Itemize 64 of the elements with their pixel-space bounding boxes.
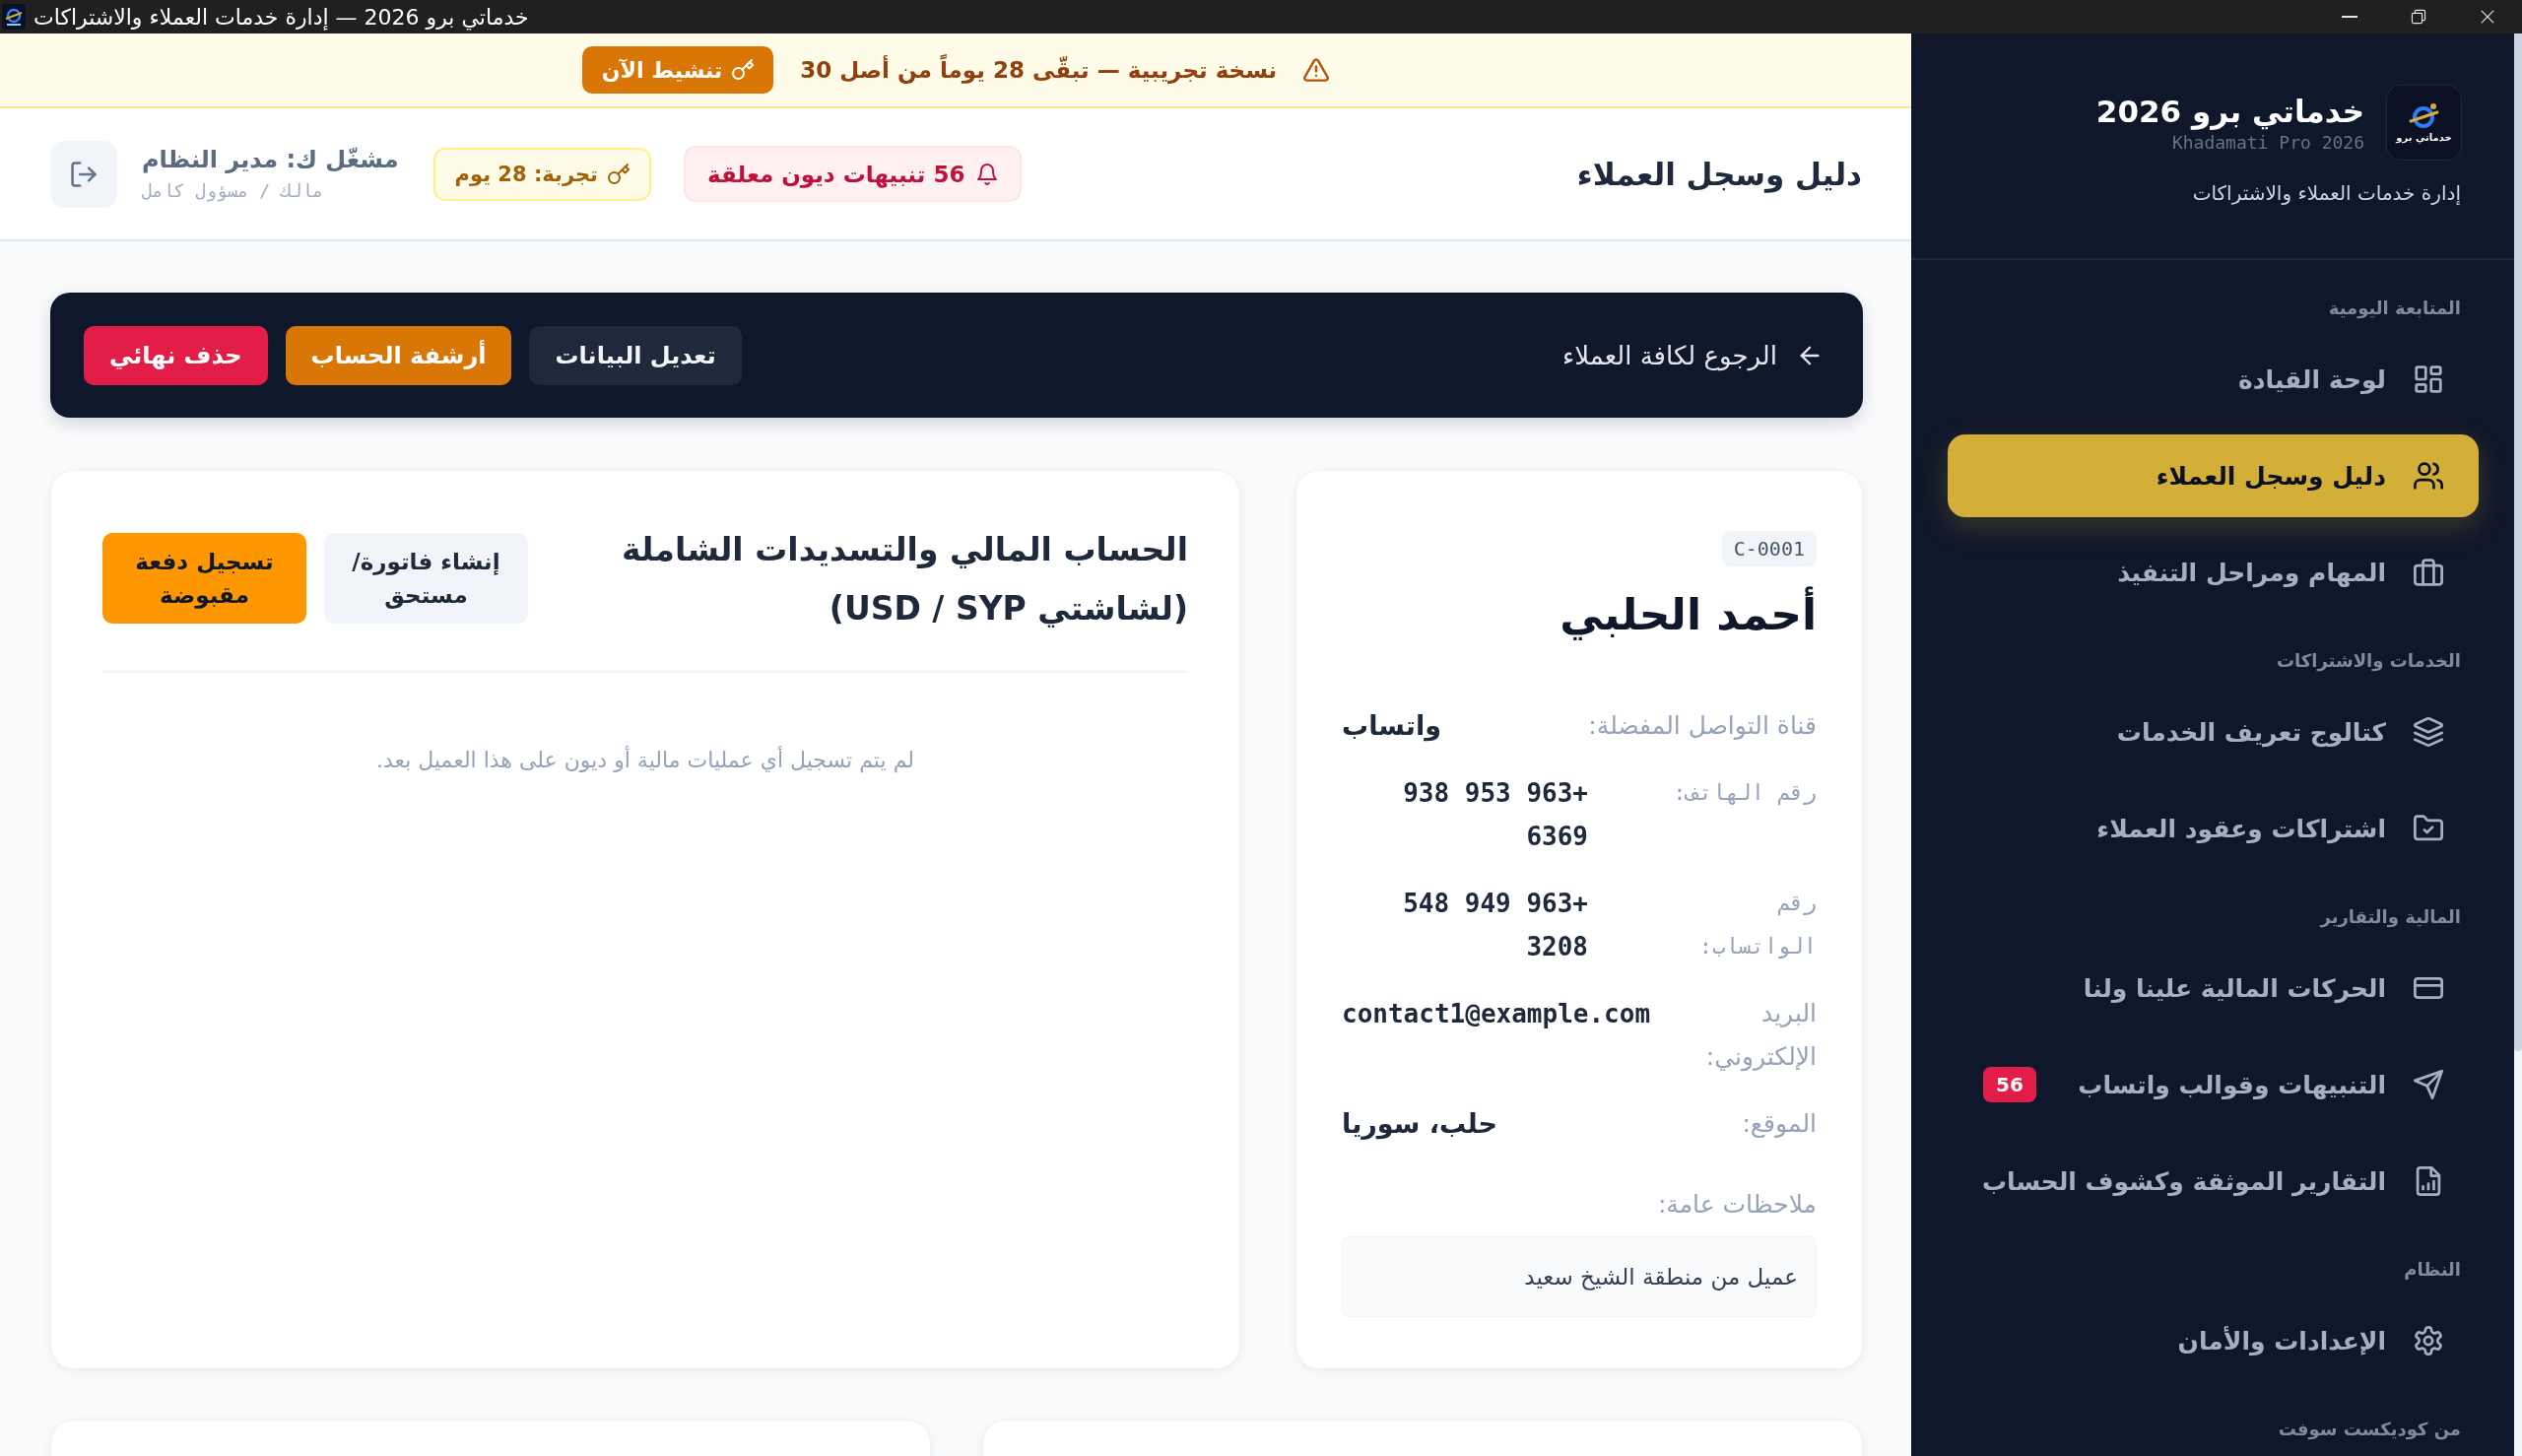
app-name-latin: Khadamati Pro 2026 [2170,130,2364,155]
field-label: الموقع: [1742,1108,1817,1140]
key-icon [732,59,755,81]
nav-section-title: من كوديكست سوفت [2277,1418,2462,1441]
page-title: دليل وسجل العملاء [1576,156,1862,192]
debt-alerts-button[interactable]: 56 تنبيهات ديون معلقة [684,146,1023,202]
folder-check-icon [2414,814,2443,843]
client-name: أحمد الحلبي [1560,584,1817,645]
notes-label: ملاحظات عامة: [1657,1189,1817,1221]
app-tagline: إدارة خدمات العملاء والاشتراكات [2191,180,2461,207]
restore-icon [2411,9,2426,25]
nav-item[interactable]: التقارير الموثقة وكشوف الحساب [1948,1140,2479,1223]
email-address: contact1@example.com [1342,998,1651,1030]
file-chart-icon [2414,1166,2443,1196]
nav-section-title: المتابعة اليومية [2327,297,2462,320]
nav-section-title: الخدمات والاشتراكات [2275,649,2462,673]
phone-number: +963 949 548 3208 [1402,888,1588,963]
logout-icon [70,160,98,188]
nav-item[interactable]: كتالوج تعريف الخدمات [1948,691,2479,773]
bell-icon [976,163,999,185]
settings-icon [2414,1326,2443,1356]
nav-item[interactable]: اشتراكات وعقود العملاء [1948,787,2479,870]
empty-state-message: لم يتم تسجيل أي عمليات مالية أو ديون على هذا العميل بعد. [375,748,915,772]
app-icon [2,4,26,30]
action-button[interactable]: حذف نهائي [84,325,268,385]
close-icon [2480,9,2495,25]
dashboard-icon [2414,364,2443,394]
logout-button[interactable] [50,140,117,208]
key-icon [608,163,630,185]
finance-title: الحساب المالي والتسديدات الشاملة (لشاشتي USD / SYP) [621,529,1188,629]
field-label: رقم الواتساب: [1697,890,1817,960]
trial-days-text: تجربة: 28 يوم [454,162,598,186]
window-title: خدماتي برو 2026 — إدارة خدمات العملاء والاشتراكات [33,4,529,30]
user-role: مالك / مسؤول كامل [142,178,325,204]
minimize-icon [2342,16,2357,18]
scrollbar-thumb[interactable] [2514,33,2522,1051]
notes-text: عميل من منطقة الشيخ سعيد [1342,1236,1817,1317]
client-code: C-0001 [1721,531,1817,566]
user-name: مشغّل ك: مدير النظام [142,144,399,175]
finance-action-button[interactable]: تسجيل دفعة مقبوضة [102,533,306,624]
nav-item[interactable]: دليل وسجل العملاء [1948,434,2479,517]
nav-item[interactable]: المهام ومراحل التنفيذ [1948,531,2479,614]
warning-icon [1303,57,1330,83]
phone-number: +963 953 938 6369 [1402,777,1588,853]
nav-item[interactable]: الإعدادات والأمان [1948,1299,2479,1382]
nav-section-title: النظام [2403,1258,2462,1282]
finance-action-button[interactable]: إنشاء فاتورة/ مستحق [324,533,528,624]
field-value: واتساب [1342,709,1441,744]
field-label: رقم الهاتف: [1673,779,1817,808]
paper-plane-icon [2414,1070,2443,1099]
layers-icon [2414,717,2443,747]
nav-item[interactable]: لوحة القيادة [1948,338,2479,421]
app-name: خدماتي برو 2026 [2095,92,2364,131]
back-link[interactable]: الرجوع لكافة العملاء [1561,340,1823,370]
nav-section-title: المالية والتقارير [2318,905,2462,929]
logo-text: خدماتي برو [2396,132,2452,143]
users-icon [2414,461,2443,491]
field-label: قناة التواصل المفضلة: [1588,710,1817,742]
field-value: حلب، سوريا [1342,1107,1498,1142]
count-badge: 56 [1983,1067,2036,1102]
action-button[interactable]: تعديل البيانات [529,325,742,385]
briefcase-icon [2414,558,2443,587]
nav-item[interactable]: الحركات المالية علينا ولنا [1948,947,2479,1029]
field-label: البريد الإلكتروني: [1704,998,1817,1074]
